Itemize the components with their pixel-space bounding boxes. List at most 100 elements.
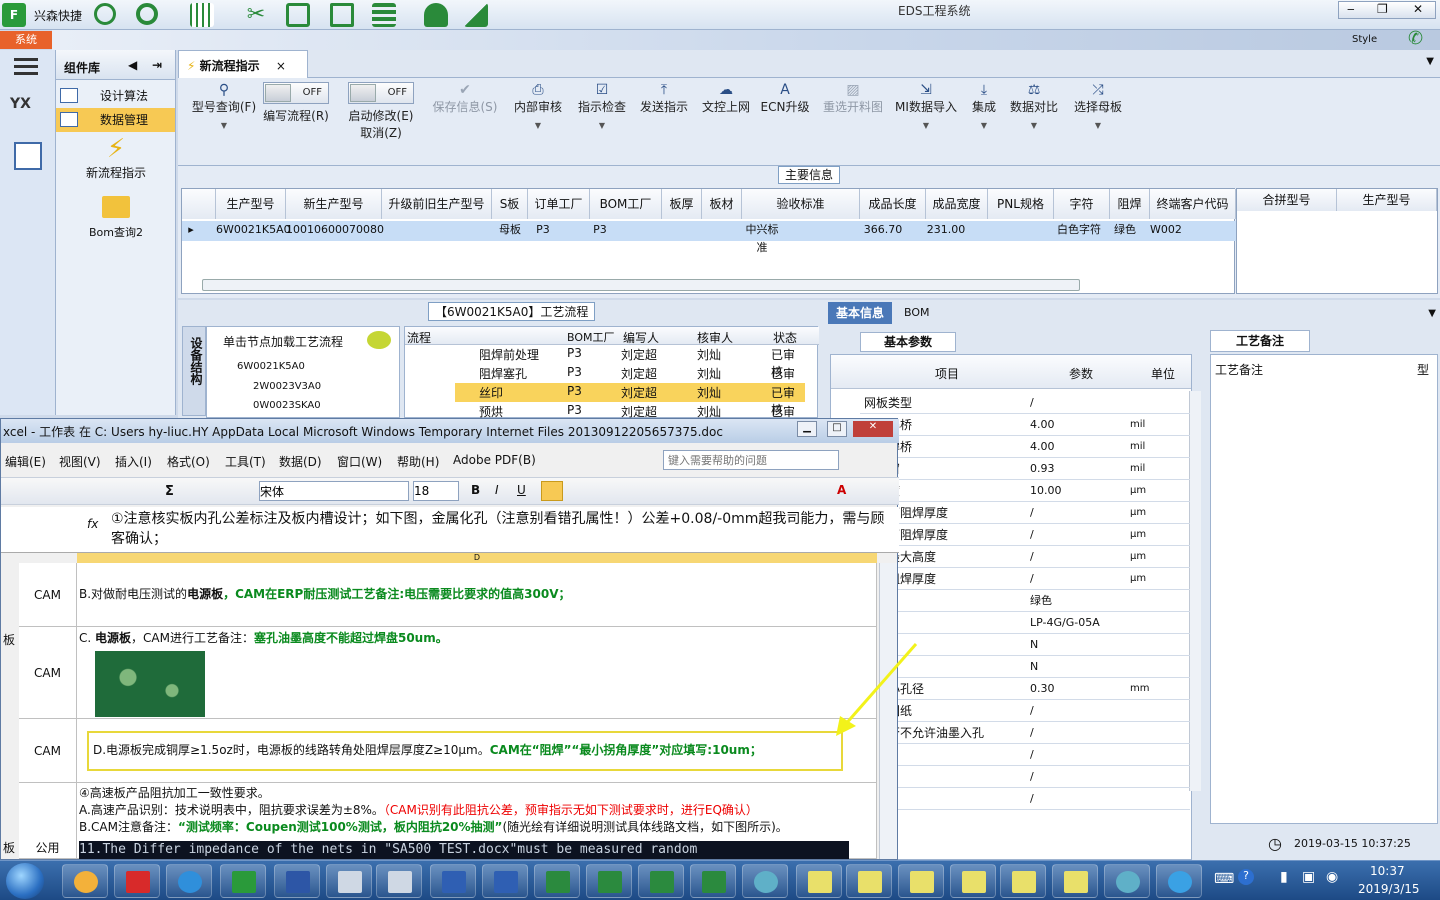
taskbar-app[interactable]: [274, 864, 320, 898]
internal-review-button[interactable]: ⎙ 内部审核 ▼: [510, 82, 566, 130]
dropdown-icon[interactable]: ▼: [894, 121, 958, 130]
model-query-button[interactable]: ⚲ 型号查询(F) ▼: [184, 82, 264, 130]
start-edit-button[interactable]: OFF 启动修改(E) 取消(Z): [342, 82, 420, 141]
send-instruction-button[interactable]: ⤒ 发送指示: [636, 82, 692, 115]
column-header[interactable]: 状态: [773, 329, 797, 346]
column-header[interactable]: S板: [492, 189, 528, 219]
start-edit-toggle[interactable]: OFF: [348, 82, 414, 104]
column-header[interactable]: 单位: [1151, 365, 1175, 382]
search-icon[interactable]: [94, 3, 116, 25]
taskbar-excel[interactable]: [690, 864, 736, 898]
dept-cell[interactable]: CAM: [19, 719, 77, 783]
table-row[interactable]: 小阻焊桥4.00mil: [860, 436, 1190, 458]
dropdown-icon[interactable]: ▼: [574, 121, 630, 130]
menu-tools[interactable]: 工具(T): [225, 453, 266, 470]
write-process-button[interactable]: OFF 编写流程(R): [260, 82, 332, 124]
tab-bom[interactable]: BOM: [904, 306, 930, 319]
collapse-icon[interactable]: ◀: [128, 58, 137, 72]
column-header[interactable]: PNL规格: [988, 189, 1054, 219]
column-header[interactable]: 升级前旧生产型号: [382, 189, 492, 219]
help-icon[interactable]: ?: [1238, 869, 1254, 885]
film-icon[interactable]: [286, 3, 310, 27]
table-row[interactable]: 阻焊前处理 P3 刘定超 刘灿 已审核: [405, 345, 805, 379]
column-header[interactable]: 阻焊: [1110, 189, 1150, 219]
param-value[interactable]: N: [1030, 634, 1038, 656]
dropdown-icon[interactable]: ▼: [184, 121, 264, 130]
panel-dropdown-icon[interactable]: ▼: [1428, 308, 1436, 319]
tree-node[interactable]: 0W0023SKA0: [253, 400, 321, 411]
param-value[interactable]: /: [1030, 502, 1034, 524]
column-header[interactable]: BOM工厂: [567, 329, 615, 345]
param-value[interactable]: 0.93: [1030, 458, 1055, 480]
calculator-icon[interactable]: [14, 142, 42, 170]
taskbar-ie[interactable]: [166, 864, 212, 898]
content-cell[interactable]: ④高速板产品阻抗加工一致性要求。 A.高速产品识别：技术说明表中，阻抗要求误差为…: [77, 783, 877, 859]
align-left-icon[interactable]: [541, 481, 563, 501]
tab-new-process[interactable]: ⚡ 新流程指示 ×: [178, 50, 308, 78]
param-value[interactable]: 4.00: [1030, 436, 1055, 458]
minimize-button[interactable]: ▁: [797, 421, 817, 437]
bold-icon[interactable]: B: [471, 483, 480, 497]
param-value[interactable]: LP-4G/G-05A: [1030, 612, 1100, 634]
param-value[interactable]: /: [1030, 392, 1034, 414]
column-header[interactable]: 工艺备注: [1215, 361, 1263, 378]
column-header[interactable]: 生产型号: [216, 189, 286, 219]
taskbar-excel[interactable]: [586, 864, 632, 898]
help-search-input[interactable]: [663, 450, 839, 470]
table-row[interactable]: 阻焊塞孔P3刘定超刘灿已审核: [405, 364, 805, 398]
table-row[interactable]: 焊盘最大高度 / μm: [860, 546, 1190, 568]
column-header[interactable]: 验收标准: [742, 189, 860, 219]
integrate-button[interactable]: ⤓ 集成 ▼: [966, 82, 1002, 130]
publish-online-button[interactable]: ☁ 文控上网: [698, 82, 754, 115]
vertical-scrollbar[interactable]: [1189, 391, 1201, 791]
param-value[interactable]: 4.00: [1030, 414, 1055, 436]
dept-cell[interactable]: 公用: [19, 783, 77, 859]
pin-icon[interactable]: ⇥: [152, 58, 162, 72]
reselect-cut-button[interactable]: ▨ 重选开料图: [818, 82, 888, 115]
content-cell[interactable]: B.对做耐电压测试的电源板，CAM在ERP耐压测试工艺备注:电压需要比要求的值高…: [77, 563, 877, 627]
param-value[interactable]: /: [1030, 722, 1034, 744]
column-header[interactable]: 核审人: [697, 329, 733, 346]
table-row[interactable]: 小阻焊桥4.00mil: [860, 414, 1190, 436]
column-header[interactable]: 终端客户代码: [1150, 189, 1236, 219]
tab-basic-params[interactable]: 基本参数: [860, 332, 956, 352]
taskbar-word[interactable]: [430, 864, 476, 898]
monitor-icon[interactable]: ▣: [1302, 869, 1315, 885]
close-tab-icon[interactable]: ×: [276, 59, 286, 73]
user-icon[interactable]: [424, 3, 448, 27]
tab-process-remark[interactable]: 工艺备注: [1210, 330, 1310, 352]
table-row[interactable]: ▸ 6W0021K5A0 10010600070080 母板 P3 P3 中兴标…: [182, 221, 1236, 254]
font-color-icon[interactable]: A: [837, 483, 846, 497]
font-name-select[interactable]: [259, 481, 409, 501]
tab-basic-info[interactable]: 基本信息: [828, 302, 892, 324]
menu-adobe-pdf[interactable]: Adobe PDF(B): [453, 453, 536, 467]
taskbar-app[interactable]: [220, 864, 266, 898]
taskbar-app[interactable]: [114, 864, 160, 898]
cancel-label[interactable]: 取消(Z): [342, 124, 420, 141]
data-compare-button[interactable]: ⚖ 数据对比 ▼: [1008, 82, 1060, 130]
taskbar-app[interactable]: [376, 864, 422, 898]
font-size-select[interactable]: [413, 481, 459, 501]
chart-icon[interactable]: [464, 3, 488, 27]
maximize-button[interactable]: □: [827, 421, 847, 437]
dropdown-icon[interactable]: ▼: [510, 121, 566, 130]
taskbar-excel[interactable]: [846, 864, 892, 898]
taskbar-excel[interactable]: [638, 864, 684, 898]
param-value[interactable]: 10.00: [1030, 480, 1062, 502]
param-value[interactable]: /: [1030, 788, 1034, 810]
table-row[interactable]: 最小阻焊厚度 / μm: [860, 568, 1190, 590]
table-row[interactable]: 预烘P3刘定超刘灿已审核: [405, 402, 805, 436]
dropdown-icon[interactable]: ▼: [1070, 121, 1126, 130]
param-value[interactable]: 0.30: [1030, 678, 1055, 700]
table-row[interactable]: 色绿色: [860, 590, 1190, 612]
param-value[interactable]: /: [1030, 546, 1034, 568]
content-cell[interactable]: D.电源板完成铜厚≥1.5oz时，电源板的线路转角处阻焊层厚度Z≥10μm。CA…: [77, 719, 877, 783]
taskbar-excel[interactable]: [1000, 864, 1046, 898]
column-header[interactable]: 成品宽度: [926, 189, 988, 219]
select-motherboard-button[interactable]: ⤮ 选择母板 ▼: [1070, 82, 1126, 130]
taskbar-app[interactable]: [742, 864, 788, 898]
taskbar-excel[interactable]: [796, 864, 842, 898]
dropdown-icon[interactable]: ▼: [1008, 121, 1060, 130]
globe-icon[interactable]: [136, 3, 158, 25]
list-icon[interactable]: [372, 3, 396, 27]
